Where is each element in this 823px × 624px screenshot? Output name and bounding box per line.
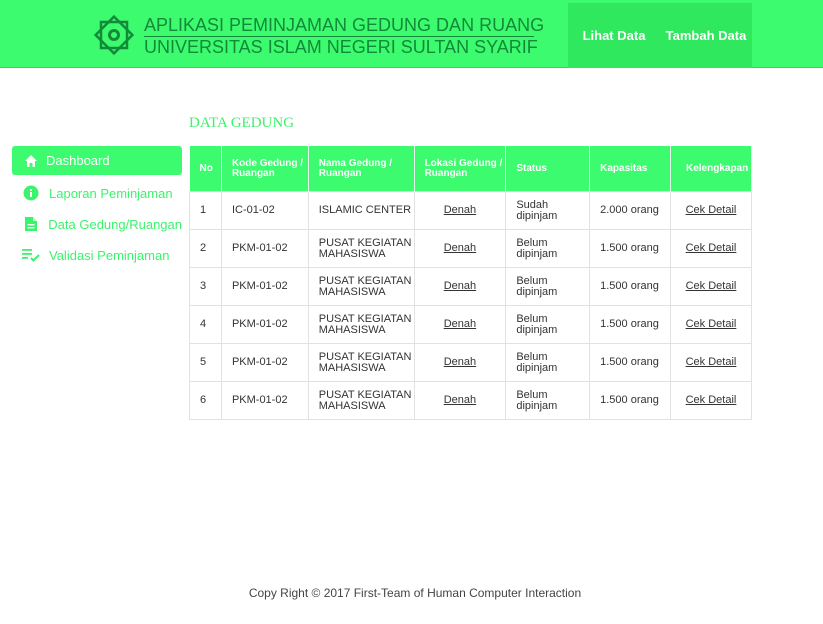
denah-link[interactable]: Denah: [444, 394, 476, 406]
cell-lokasi: Denah: [413, 305, 507, 344]
cell-kode: PKM-01-02: [220, 229, 309, 268]
cell-lokasi: Denah: [413, 229, 507, 268]
cek-detail-link[interactable]: Cek Detail: [686, 242, 737, 254]
cell-no: 6: [189, 381, 222, 420]
table-row: 5 PKM-01-02 PUSAT KEGIATAN MAHASISWA Den…: [189, 343, 753, 382]
cell-kapasitas: 2.000 orang: [589, 191, 671, 230]
cell-kapasitas: 1.500 orang: [589, 229, 671, 268]
lihat-data-button[interactable]: Lihat Data: [568, 3, 660, 68]
cell-nama: PUSAT KEGIATAN MAHASISWA: [307, 229, 415, 268]
cell-nama: PUSAT KEGIATAN MAHASISWA: [307, 267, 415, 306]
cell-nama: PUSAT KEGIATAN MAHASISWA: [307, 343, 415, 382]
cell-kapasitas: 1.500 orang: [589, 305, 671, 344]
cell-status: Belum dipinjam: [505, 381, 591, 420]
sidebar-item-label: Laporan Peminjaman: [49, 185, 173, 201]
cell-no: 4: [189, 305, 222, 344]
info-icon: [22, 184, 40, 202]
column-header-kode: Kode Gedung / Ruangan: [221, 146, 309, 192]
table-header-row: No Kode Gedung / Ruangan Nama Gedung / R…: [189, 146, 753, 192]
cell-kapasitas: 1.500 orang: [589, 343, 671, 382]
cell-lokasi: Denah: [413, 267, 507, 306]
cell-nama: PUSAT KEGIATAN MAHASISWA: [307, 381, 415, 420]
cell-no: 1: [189, 191, 222, 230]
cell-nama: PUSAT KEGIATAN MAHASISWA: [307, 305, 415, 344]
denah-link[interactable]: Denah: [444, 204, 476, 216]
table-row: 6 PKM-01-02 PUSAT KEGIATAN MAHASISWA Den…: [189, 381, 753, 420]
cell-status: Belum dipinjam: [505, 343, 591, 382]
cell-lokasi: Denah: [413, 343, 507, 382]
sidebar-item-laporan-peminjaman[interactable]: Laporan Peminjaman: [12, 181, 182, 205]
sidebar-item-data-gedung[interactable]: Data Gedung/Ruangan: [12, 212, 182, 236]
cell-nama: ISLAMIC CENTER: [307, 191, 415, 230]
cek-detail-link[interactable]: Cek Detail: [686, 318, 737, 330]
cell-kode: PKM-01-02: [220, 343, 309, 382]
cell-no: 5: [189, 343, 222, 382]
cell-kode: IC-01-02: [220, 191, 309, 230]
denah-link[interactable]: Denah: [444, 242, 476, 254]
cell-kelengkapan: Cek Detail: [669, 305, 753, 344]
sidebar: Dashboard Laporan Peminjaman Data Gedung…: [12, 146, 182, 274]
cell-kode: PKM-01-02: [220, 381, 309, 420]
table-row: 4 PKM-01-02 PUSAT KEGIATAN MAHASISWA Den…: [189, 305, 753, 344]
cell-kelengkapan: Cek Detail: [669, 267, 753, 306]
cell-kelengkapan: Cek Detail: [669, 343, 753, 382]
cek-detail-link[interactable]: Cek Detail: [686, 394, 737, 406]
cek-detail-link[interactable]: Cek Detail: [686, 356, 737, 368]
column-header-kapasitas: Kapasitas: [589, 146, 671, 192]
header-bar: APLIKASI PEMINJAMAN GEDUNG DAN RUANGAN U…: [0, 0, 823, 68]
table-row: 1 IC-01-02 ISLAMIC CENTER Denah Sudah di…: [189, 191, 753, 230]
tambah-data-button[interactable]: Tambah Data: [660, 3, 752, 68]
cell-kode: PKM-01-02: [220, 305, 309, 344]
table-row: 3 PKM-01-02 PUSAT KEGIATAN MAHASISWA Den…: [189, 267, 753, 306]
sidebar-item-label: Validasi Peminjaman: [49, 247, 170, 263]
document-icon: [22, 215, 39, 233]
cell-status: Belum dipinjam: [505, 305, 591, 344]
cell-status: Sudah dipinjam: [505, 191, 591, 230]
data-gedung-table: No Kode Gedung / Ruangan Nama Gedung / R…: [189, 146, 753, 420]
table-row: 2 PKM-01-02 PUSAT KEGIATAN MAHASISWA Den…: [189, 229, 753, 268]
denah-link[interactable]: Denah: [444, 318, 476, 330]
cell-kapasitas: 1.500 orang: [589, 381, 671, 420]
denah-link[interactable]: Denah: [444, 280, 476, 292]
app-title-line1: APLIKASI PEMINJAMAN GEDUNG DAN RUANGAN: [144, 15, 544, 35]
app-title-line2: UNIVERSITAS ISLAM NEGERI SULTAN SYARIF K…: [144, 37, 544, 57]
column-header-lokasi: Lokasi Gedung / Ruangan: [414, 146, 507, 192]
cell-kapasitas: 1.500 orang: [589, 267, 671, 306]
university-logo-icon: [93, 14, 135, 56]
cell-status: Belum dipinjam: [505, 229, 591, 268]
home-icon: [22, 152, 40, 170]
section-title: DATA GEDUNG: [189, 115, 295, 131]
column-header-status: Status: [505, 146, 591, 192]
sidebar-item-dashboard[interactable]: Dashboard: [12, 146, 182, 175]
cell-kode: PKM-01-02: [220, 267, 309, 306]
cell-no: 3: [189, 267, 222, 306]
cell-status: Belum dipinjam: [505, 267, 591, 306]
denah-link[interactable]: Denah: [444, 356, 476, 368]
sidebar-item-label: Data Gedung/Ruangan: [48, 216, 182, 232]
cek-detail-link[interactable]: Cek Detail: [686, 204, 737, 216]
cell-kelengkapan: Cek Detail: [669, 381, 753, 420]
cell-kelengkapan: Cek Detail: [669, 229, 753, 268]
column-header-kelengkapan: Kelengkapan: [670, 146, 753, 192]
sidebar-item-validasi-peminjaman[interactable]: Validasi Peminjaman: [12, 243, 182, 267]
app-title: APLIKASI PEMINJAMAN GEDUNG DAN RUANGAN U…: [144, 15, 544, 57]
sidebar-item-label: Dashboard: [46, 153, 110, 168]
cell-lokasi: Denah: [413, 381, 507, 420]
column-header-nama: Nama Gedung / Ruangan: [308, 146, 415, 192]
cell-lokasi: Denah: [413, 191, 507, 230]
cell-kelengkapan: Cek Detail: [669, 191, 753, 230]
column-header-no: No: [189, 146, 222, 192]
footer-copyright: Copy Right © 2017 First-Team of Human Co…: [248, 586, 582, 600]
checklist-icon: [22, 246, 40, 264]
cell-no: 2: [189, 229, 222, 268]
cek-detail-link[interactable]: Cek Detail: [686, 280, 737, 292]
